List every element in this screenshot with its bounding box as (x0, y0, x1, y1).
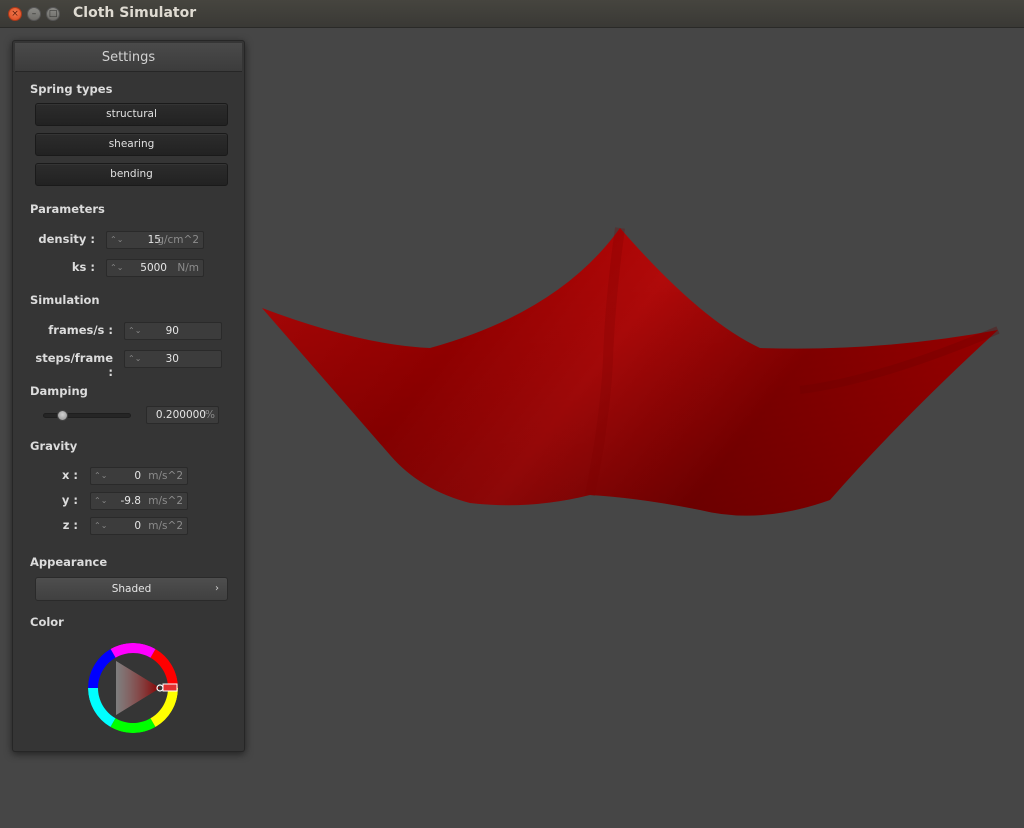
gravity-x-unit: m/s^2 (148, 470, 183, 482)
color-wheel[interactable] (86, 641, 180, 735)
damping-value: 0.200000 (155, 409, 206, 421)
steps-label: steps/frame : (35, 351, 113, 379)
spinner-icon[interactable]: ⌃⌄ (110, 260, 123, 276)
damping-slider[interactable] (43, 410, 131, 421)
settings-panel: Settings Spring types structural shearin… (12, 40, 245, 752)
gravity-z-label: z : (62, 518, 78, 532)
spinner-icon[interactable]: ⌃⌄ (128, 351, 141, 367)
spinner-icon[interactable]: ⌃⌄ (110, 232, 123, 248)
appearance-dropdown[interactable]: Shaded › (35, 577, 228, 601)
ks-value: 5000 (140, 262, 167, 274)
gravity-y-label: y : (61, 493, 78, 507)
triangle-shade (116, 661, 160, 715)
damping-label: Damping (30, 384, 88, 398)
steps-value: 30 (165, 353, 179, 365)
damping-slider-handle[interactable] (57, 410, 69, 421)
gravity-x-field[interactable]: ⌃⌄ 0 m/s^2 (90, 467, 188, 485)
shearing-button[interactable]: shearing (35, 133, 228, 156)
bending-button[interactable]: bending (35, 163, 228, 186)
color-label: Color (30, 615, 64, 629)
steps-field[interactable]: ⌃⌄ 30 (124, 350, 222, 368)
gravity-y-unit: m/s^2 (148, 495, 183, 507)
ks-unit: N/m (177, 262, 199, 274)
spinner-icon[interactable]: ⌃⌄ (94, 518, 107, 534)
gravity-z-field[interactable]: ⌃⌄ 0 m/s^2 (90, 517, 188, 535)
parameters-label: Parameters (30, 202, 105, 216)
damping-unit: % (205, 409, 215, 421)
ks-field[interactable]: ⌃⌄ 5000 N/m (106, 259, 204, 277)
ks-label: ks : (71, 260, 95, 274)
appearance-label: Appearance (30, 555, 108, 569)
settings-title: Settings (15, 43, 242, 72)
gravity-y-field[interactable]: ⌃⌄ -9.8 m/s^2 (90, 492, 188, 510)
damping-field[interactable]: 0.200000 % (146, 406, 219, 424)
gravity-y-value: -9.8 (120, 495, 142, 507)
gravity-x-label: x : (61, 468, 78, 482)
gravity-z-value: 0 (134, 520, 141, 532)
spinner-icon[interactable]: ⌃⌄ (128, 323, 141, 339)
density-field[interactable]: ⌃⌄ 15 g/cm^2 (106, 231, 204, 249)
hue-ring-handle[interactable] (162, 683, 178, 692)
fps-field[interactable]: ⌃⌄ 90 (124, 322, 222, 340)
chevron-right-icon: › (215, 583, 219, 594)
structural-button[interactable]: structural (35, 103, 228, 126)
appearance-selected: Shaded (111, 583, 152, 595)
spinner-icon[interactable]: ⌃⌄ (94, 468, 107, 484)
gravity-x-value: 0 (134, 470, 141, 482)
gravity-z-unit: m/s^2 (148, 520, 183, 532)
simulation-label: Simulation (30, 293, 100, 307)
spinner-icon[interactable]: ⌃⌄ (94, 493, 107, 509)
density-unit: g/cm^2 (157, 234, 199, 246)
gravity-label: Gravity (30, 439, 78, 453)
spring-types-label: Spring types (30, 82, 113, 96)
fps-label: frames/s : (48, 323, 113, 337)
fps-value: 90 (165, 325, 179, 337)
density-label: density : (38, 232, 95, 246)
